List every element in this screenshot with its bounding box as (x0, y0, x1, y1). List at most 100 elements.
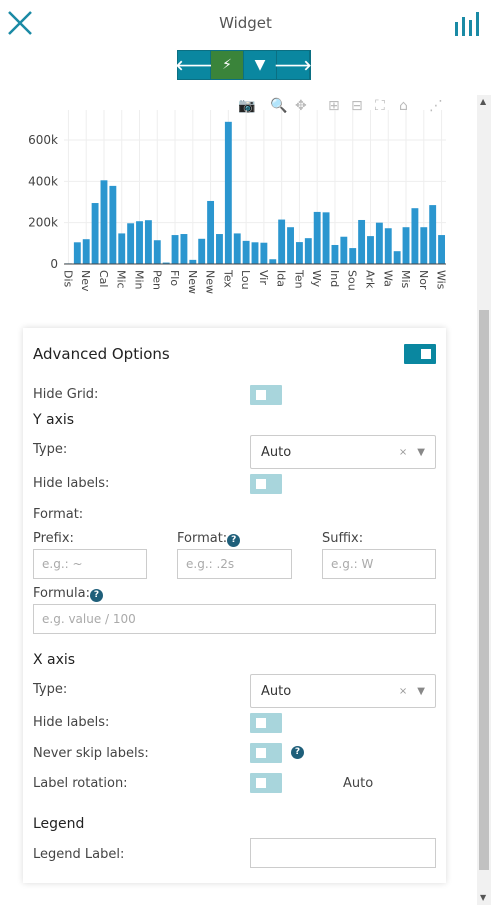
advanced-options-panel: Advanced Options Hide Grid: Y axis Type:… (23, 328, 446, 883)
bar (144, 220, 152, 264)
help-icon[interactable]: ? (227, 534, 241, 547)
legend-label: Legend Label: (33, 847, 125, 862)
bar (180, 234, 188, 264)
scroll-down-icon[interactable]: ▼ (480, 893, 486, 902)
x-axis-heading: X axis (33, 652, 76, 668)
bar (207, 200, 215, 264)
bar (82, 239, 90, 264)
help-icon[interactable]: ? (89, 589, 103, 602)
x-tick-label: Wy (310, 270, 323, 288)
x-tick-label: Dis (61, 270, 74, 288)
legend-heading: Legend (33, 816, 85, 832)
x-tick-label: Wis (435, 270, 448, 290)
bar (393, 251, 401, 264)
clear-icon[interactable]: × (399, 686, 407, 697)
x-tick-label: New (186, 270, 199, 294)
x-type-select[interactable]: Auto × ▼ (250, 674, 436, 708)
suffix-label: Suffix: (322, 531, 364, 546)
next-button[interactable]: 🡒 (274, 51, 312, 79)
x-tick-label: Mis (399, 270, 412, 289)
suffix-input[interactable]: e.g.: W (322, 549, 436, 579)
hide-grid-label: Hide Grid: (33, 387, 99, 402)
bar-chart: 0 200k 400k 600k Dis Nev Cal Mic Min Pen Flo New New… (28, 110, 448, 294)
scrollbar-thumb[interactable] (479, 310, 489, 870)
bar (100, 180, 108, 264)
plug-icon: ⚡ (222, 57, 232, 73)
label-rotation-toggle[interactable] (250, 773, 282, 793)
x-tick-label: New (204, 270, 217, 294)
help-icon[interactable]: ? (291, 746, 304, 759)
x-tick-label: Cal (97, 270, 110, 287)
y-hide-labels-toggle[interactable] (250, 474, 282, 494)
label-rotation-value: Auto (343, 776, 374, 791)
bar (73, 242, 81, 264)
formula-placeholder: e.g. value / 100 (42, 612, 136, 626)
bar (198, 238, 206, 264)
x-tick-label: Min (133, 270, 146, 290)
page-title: Widget (219, 14, 272, 32)
x-tick-label: Vir (257, 270, 270, 285)
x-tick-label: Pen (150, 270, 163, 290)
caret-down-icon: ▼ (417, 685, 425, 697)
prefix-input[interactable]: e.g.: ~ (33, 549, 147, 579)
format-input[interactable]: e.g.: .2s (177, 549, 292, 579)
y-type-select[interactable]: Auto × ▼ (250, 435, 436, 469)
connect-button[interactable]: ⚡ (211, 51, 244, 79)
bar (242, 240, 250, 264)
caret-down-icon: ▼ (417, 446, 425, 458)
bar (411, 208, 419, 264)
hide-grid-toggle[interactable] (250, 385, 282, 405)
x-hide-labels-label: Hide labels: (33, 715, 110, 730)
x-type-value: Auto (261, 683, 292, 699)
bar (322, 212, 330, 264)
bar (260, 242, 268, 264)
y-tick-label: 600k (28, 133, 58, 147)
bar (118, 233, 126, 264)
bar (384, 228, 392, 264)
formula-label-wrap: Formula:? (33, 586, 103, 602)
bar (189, 259, 197, 264)
x-tick-label: Ind (328, 270, 341, 287)
clear-icon[interactable]: × (399, 447, 407, 458)
bar (91, 203, 99, 264)
x-tick-label: Tex (221, 269, 234, 288)
bar (402, 227, 410, 264)
filter-button[interactable]: ▼ (244, 51, 277, 79)
x-tick-label: Flo (168, 270, 181, 286)
bar (420, 227, 428, 264)
suffix-placeholder: e.g.: W (331, 557, 374, 571)
bar (313, 211, 321, 264)
legend-label-input[interactable] (250, 838, 436, 868)
y-tick-label: 0 (50, 257, 58, 271)
format-label-wrap: Format:? (177, 531, 241, 547)
y-tick-label: 200k (28, 216, 58, 230)
bar (429, 205, 437, 264)
y-type-value: Auto (261, 444, 292, 460)
bar (287, 227, 294, 264)
bar (331, 244, 339, 264)
never-skip-toggle[interactable] (250, 743, 282, 763)
formula-label: Formula: (33, 586, 90, 601)
x-hide-labels-toggle[interactable] (250, 713, 282, 733)
format-heading: Format: (33, 507, 84, 522)
x-tick-label: Mic (115, 270, 128, 289)
back-button[interactable]: 🡐 (175, 51, 213, 79)
never-skip-label: Never skip labels: (33, 746, 149, 761)
bar (153, 240, 161, 264)
bar (295, 242, 303, 264)
bar-chart-icon[interactable] (454, 11, 480, 37)
bar (269, 259, 277, 264)
bar (171, 235, 179, 264)
bar (233, 233, 241, 264)
format-placeholder: e.g.: .2s (186, 557, 235, 571)
scroll-up-icon[interactable]: ▲ (480, 97, 486, 106)
bar (340, 236, 348, 264)
x-tick-label: Ida (275, 270, 288, 287)
advanced-toggle[interactable] (404, 344, 436, 364)
bar (224, 121, 232, 265)
prefix-label: Prefix: (33, 531, 74, 546)
x-tick-label: Wa (381, 270, 394, 287)
x-tick-label: Lou (239, 270, 252, 290)
formula-input[interactable]: e.g. value / 100 (33, 604, 436, 634)
bar (278, 219, 286, 264)
